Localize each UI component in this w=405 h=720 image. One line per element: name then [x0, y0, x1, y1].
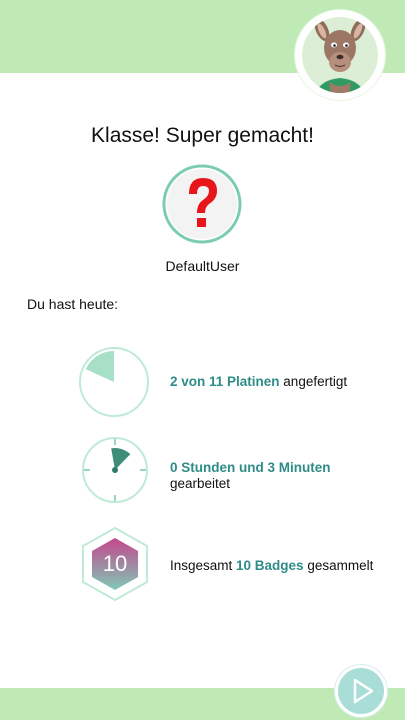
play-arrow-icon	[353, 678, 374, 704]
question-mark-icon	[162, 164, 242, 244]
next-button[interactable]	[335, 665, 387, 717]
kangaroo-mascot-icon	[295, 10, 385, 100]
badges-stat-text: Insgesamt 10 Badges gesammelt	[170, 558, 390, 574]
badges-stat-highlight: 10 Badges	[236, 558, 304, 573]
badge-count: 10	[102, 551, 128, 576]
time-stat-text: 0 Stunden und 3 Minuten gearbeitet	[170, 460, 390, 492]
badges-stat-prefix: Insgesamt	[170, 558, 237, 573]
boards-stat-text: 2 von 11 Platinen angefertigt	[170, 374, 390, 390]
page-title: Klasse! Super gemacht!	[91, 124, 314, 147]
badges-stat-suffix: gesammelt	[303, 558, 374, 573]
time-stat-highlight: 0 Stunden und 3 Minuten	[170, 460, 331, 475]
boards-progress-icon	[78, 346, 150, 418]
intro-text: Du hast heute:	[27, 296, 119, 312]
boards-stat-suffix: angefertigt	[279, 374, 348, 389]
clock-icon	[81, 436, 149, 504]
time-stat-suffix: gearbeitet	[170, 476, 231, 491]
badge-hexagon-icon: 10	[80, 526, 150, 602]
username: DefaultUser	[165, 258, 240, 274]
boards-stat-highlight: 2 von 11 Platinen	[170, 374, 280, 389]
